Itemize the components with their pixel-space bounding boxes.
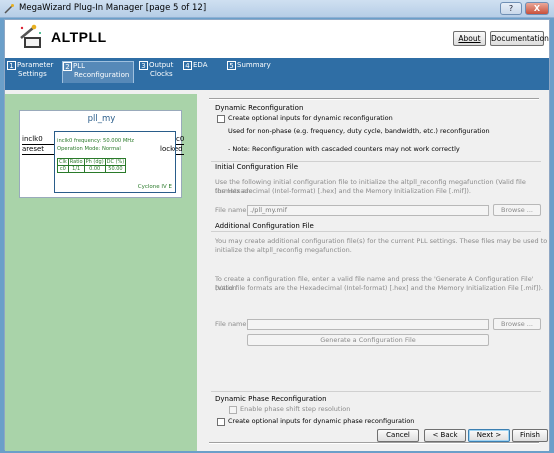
additional-config-title: Additional Configuration File	[215, 222, 314, 230]
operation-mode-text: Operation Mode: Normal	[57, 146, 121, 152]
back-button[interactable]: < Back	[424, 429, 466, 442]
tab-label-line2: Reconfiguration	[74, 71, 130, 79]
tab-label: EDA	[193, 61, 208, 69]
tab-number: 1	[7, 61, 16, 70]
tab-number: 3	[139, 61, 148, 70]
generate-config-button[interactable]: Generate a Configuration File	[247, 334, 489, 346]
tab-number: 2	[63, 62, 72, 71]
dynamic-reconfig-note: - Note: Reconfiguration with cascaded co…	[228, 145, 460, 153]
table-header: DC (%)	[104, 158, 127, 166]
help-button[interactable]: ?	[500, 2, 522, 15]
pll-symbol: pll_my inclk0 areset c0 locked inclk0 fr…	[19, 110, 185, 198]
table-cell: 50.00	[104, 165, 127, 173]
additional-file-label: File name:	[215, 320, 249, 328]
pll-block: inclk0 frequency: 50.000 MHz Operation M…	[54, 131, 176, 193]
tab-eda[interactable]: 4 EDA	[183, 61, 223, 80]
dynamic-reconfig-label: Create optional inputs for dynamic recon…	[228, 114, 393, 122]
dynamic-reconfig-checkbox[interactable]	[217, 115, 225, 123]
wizard-tabs: 1 Parameter Settings 2 PLL Reconfiguration…	[5, 58, 549, 90]
settings-pane: Dynamic Reconfiguration Create optional …	[197, 94, 549, 451]
tab-label: Output	[149, 61, 174, 69]
port-areset: areset	[22, 145, 45, 153]
tab-number: 5	[227, 61, 236, 70]
additional-config-desc-4: (Valid file formats are the Hexadecimal …	[215, 284, 543, 292]
tab-label: Summary	[237, 61, 271, 69]
about-label: About	[458, 34, 481, 43]
initial-config-title: Initial Configuration File	[215, 163, 299, 171]
port-line	[22, 154, 54, 155]
additional-config-rule	[211, 231, 541, 232]
port-c0: c0	[176, 135, 185, 143]
tab-label: PLL	[73, 62, 86, 70]
symbol-pane: pll_my inclk0 areset c0 locked inclk0 fr…	[5, 94, 197, 451]
device-family: Cyclone IV E	[137, 184, 172, 190]
initial-config-desc-2: the Hexadecimal (Intel-format) [.hex] an…	[215, 187, 471, 195]
table-cell: c0	[57, 165, 69, 173]
title-bar: MegaWizard Plug-In Manager [page 5 of 12…	[0, 0, 554, 18]
table-header: Clk	[57, 158, 69, 166]
cancel-button[interactable]: Cancel	[377, 429, 419, 442]
tab-label: Parameter	[17, 61, 54, 69]
dynamic-phase-checkbox[interactable]	[217, 418, 225, 426]
tab-parameter-settings[interactable]: 1 Parameter Settings	[7, 61, 60, 80]
initial-file-input[interactable]: ./pll_my.mif	[247, 205, 489, 216]
footer-separator	[209, 442, 539, 444]
dynamic-phase-label: Create optional inputs for dynamic phase…	[228, 417, 415, 425]
wizard-client: ALTPLL About Documentation 1 Parameter Se…	[4, 19, 550, 451]
port-line	[176, 154, 184, 155]
megawizard-icon	[20, 24, 41, 48]
megafunction-title: ALTPLL	[51, 29, 107, 45]
tab-number: 4	[183, 61, 192, 70]
finish-button[interactable]: Finish	[512, 429, 548, 442]
dynamic-reconfig-title: Dynamic Reconfiguration	[215, 104, 304, 112]
clock-table: Clk Ratio Ph (dg) DC (%) c0 1/1 0.00 50.…	[57, 158, 127, 173]
dynamic-phase-rule	[211, 391, 541, 392]
table-cell: 0.00	[83, 165, 106, 173]
table-header: Ph (dg)	[83, 158, 106, 166]
additional-config-desc-2: initialize the altpll_reconfig megafunct…	[215, 246, 352, 254]
dynamic-reconfig-info: Used for non-phase (e.g. frequency, duty…	[228, 127, 490, 135]
about-button[interactable]: About	[453, 31, 486, 46]
enable-phase-step-checkbox[interactable]	[229, 406, 237, 414]
port-inclk0: inclk0	[22, 135, 43, 143]
window-title: MegaWizard Plug-In Manager [page 5 of 12…	[19, 3, 207, 13]
tab-output-clocks[interactable]: 3 Output Clocks	[139, 61, 181, 80]
tab-label-line2: Settings	[18, 70, 47, 78]
additional-browse-button[interactable]: Browse ...	[493, 318, 541, 330]
initial-file-label: File name:	[215, 206, 249, 214]
additional-file-input[interactable]	[247, 319, 489, 330]
table-cell: 1/1	[67, 165, 85, 173]
symbol-title: pll_my	[87, 114, 116, 124]
enable-phase-step-label: Enable phase shift step resolution	[240, 405, 351, 413]
wand-icon	[4, 4, 14, 14]
tab-summary[interactable]: 5 Summary	[227, 61, 277, 80]
close-button[interactable]: X	[525, 2, 549, 15]
next-button[interactable]: Next >	[468, 429, 510, 442]
dynamic-phase-title: Dynamic Phase Reconfiguration	[215, 395, 327, 403]
initial-browse-button[interactable]: Browse ...	[493, 204, 541, 216]
tab-label-line2: Clocks	[150, 70, 173, 78]
tab-pll-reconfiguration[interactable]: 2 PLL Reconfiguration	[62, 61, 134, 83]
additional-config-desc: You may create additional configuration …	[215, 237, 548, 245]
wizard-window: MegaWizard Plug-In Manager [page 5 of 12…	[0, 0, 554, 453]
frequency-text: inclk0 frequency: 50.000 MHz	[57, 138, 134, 144]
top-separator	[209, 98, 539, 100]
documentation-button[interactable]: Documentation	[490, 31, 549, 46]
table-header: Ratio	[67, 158, 85, 166]
documentation-label: Documentation	[491, 34, 549, 43]
wizard-header: ALTPLL About Documentation	[5, 20, 549, 58]
